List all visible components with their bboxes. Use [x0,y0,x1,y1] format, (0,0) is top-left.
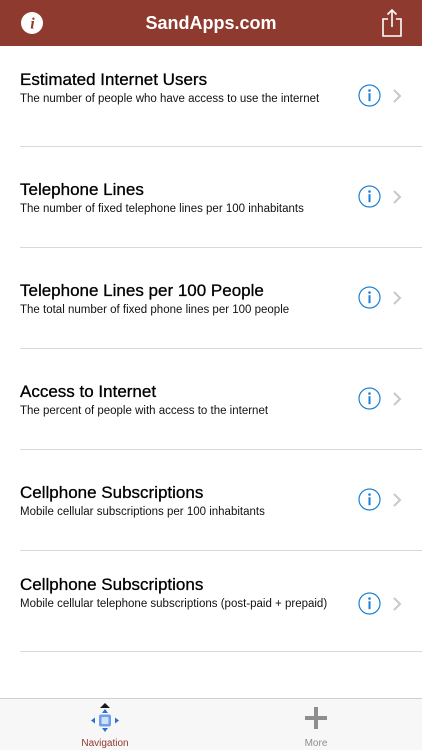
list-item-title: Telephone Lines per 100 People [20,281,264,300]
list-item-subtitle: The total number of fixed phone lines pe… [20,304,290,316]
detail-info-button[interactable] [358,286,381,309]
list-item-title: Telephone Lines [20,180,144,199]
list-item-subtitle: The percent of people with access to the… [20,405,269,417]
list-item[interactable]: Cellphone Subscriptions Mobile cellular … [0,450,422,551]
plus-icon [302,703,330,733]
list-item-title: Access to Internet [20,382,157,401]
chevron-right-icon [392,290,402,306]
detail-info-button[interactable] [358,84,381,107]
chevron-right-icon [392,596,402,612]
info-circle-icon [358,387,381,410]
list-item-title: Cellphone Subscriptions [20,483,204,502]
list-item-subtitle: The number of fixed telephone lines per … [20,203,304,215]
chevron-right-icon [392,88,402,104]
info-button[interactable]: i [20,11,44,35]
list-item-text: Cellphone Subscriptions Mobile cellular … [20,575,340,612]
info-circle-icon [358,185,381,208]
metrics-list: Estimated Internet Users The number of p… [0,46,422,652]
info-circle-icon [358,84,381,107]
list-item[interactable]: Telephone Lines The number of fixed tele… [0,147,422,248]
share-button[interactable] [380,8,404,38]
chevron-right-icon [392,391,402,407]
list-item-text: Estimated Internet Users The number of p… [20,70,340,107]
detail-info-button[interactable] [358,488,381,511]
detail-info-button[interactable] [358,387,381,410]
tab-label: Navigation [81,738,129,749]
list-item-title: Cellphone Subscriptions [20,575,204,594]
navigation-icon [91,703,119,733]
tab-label: More [304,738,328,749]
list-item[interactable]: Telephone Lines per 100 People The total… [0,248,422,349]
list-item-text: Access to Internet The percent of people… [20,382,340,419]
info-icon: i [21,12,43,34]
list-item-title: Estimated Internet Users [20,70,208,89]
info-circle-icon [358,592,381,615]
page-title: SandApps.com [145,12,277,33]
list-item-text: Telephone Lines per 100 People The total… [20,281,340,318]
info-circle-icon [358,488,381,511]
svg-text:i: i [30,16,35,33]
list-item-subtitle: Mobile cellular telephone subscriptions … [20,598,328,610]
list-item-subtitle: Mobile cellular subscriptions per 100 in… [20,506,265,518]
tab-navigation[interactable]: Navigation [55,699,155,750]
list-item-subtitle: The number of people who have access to … [20,93,320,105]
list-item[interactable]: Access to Internet The percent of people… [0,349,422,450]
share-icon [382,8,402,37]
list-item[interactable]: Cellphone Subscriptions Mobile cellular … [0,551,422,652]
detail-info-button[interactable] [358,185,381,208]
detail-info-button[interactable] [358,592,381,615]
navigation-bar: i SandApps.com [0,0,422,46]
list-item[interactable]: Estimated Internet Users The number of p… [0,46,422,147]
list-item-text: Cellphone Subscriptions Mobile cellular … [20,483,340,520]
chevron-right-icon [392,189,402,205]
chevron-right-icon [392,492,402,508]
tab-more[interactable]: More [266,699,366,750]
tab-bar: Navigation More [0,698,422,750]
info-circle-icon [358,286,381,309]
list-item-text: Telephone Lines The number of fixed tele… [20,180,340,217]
